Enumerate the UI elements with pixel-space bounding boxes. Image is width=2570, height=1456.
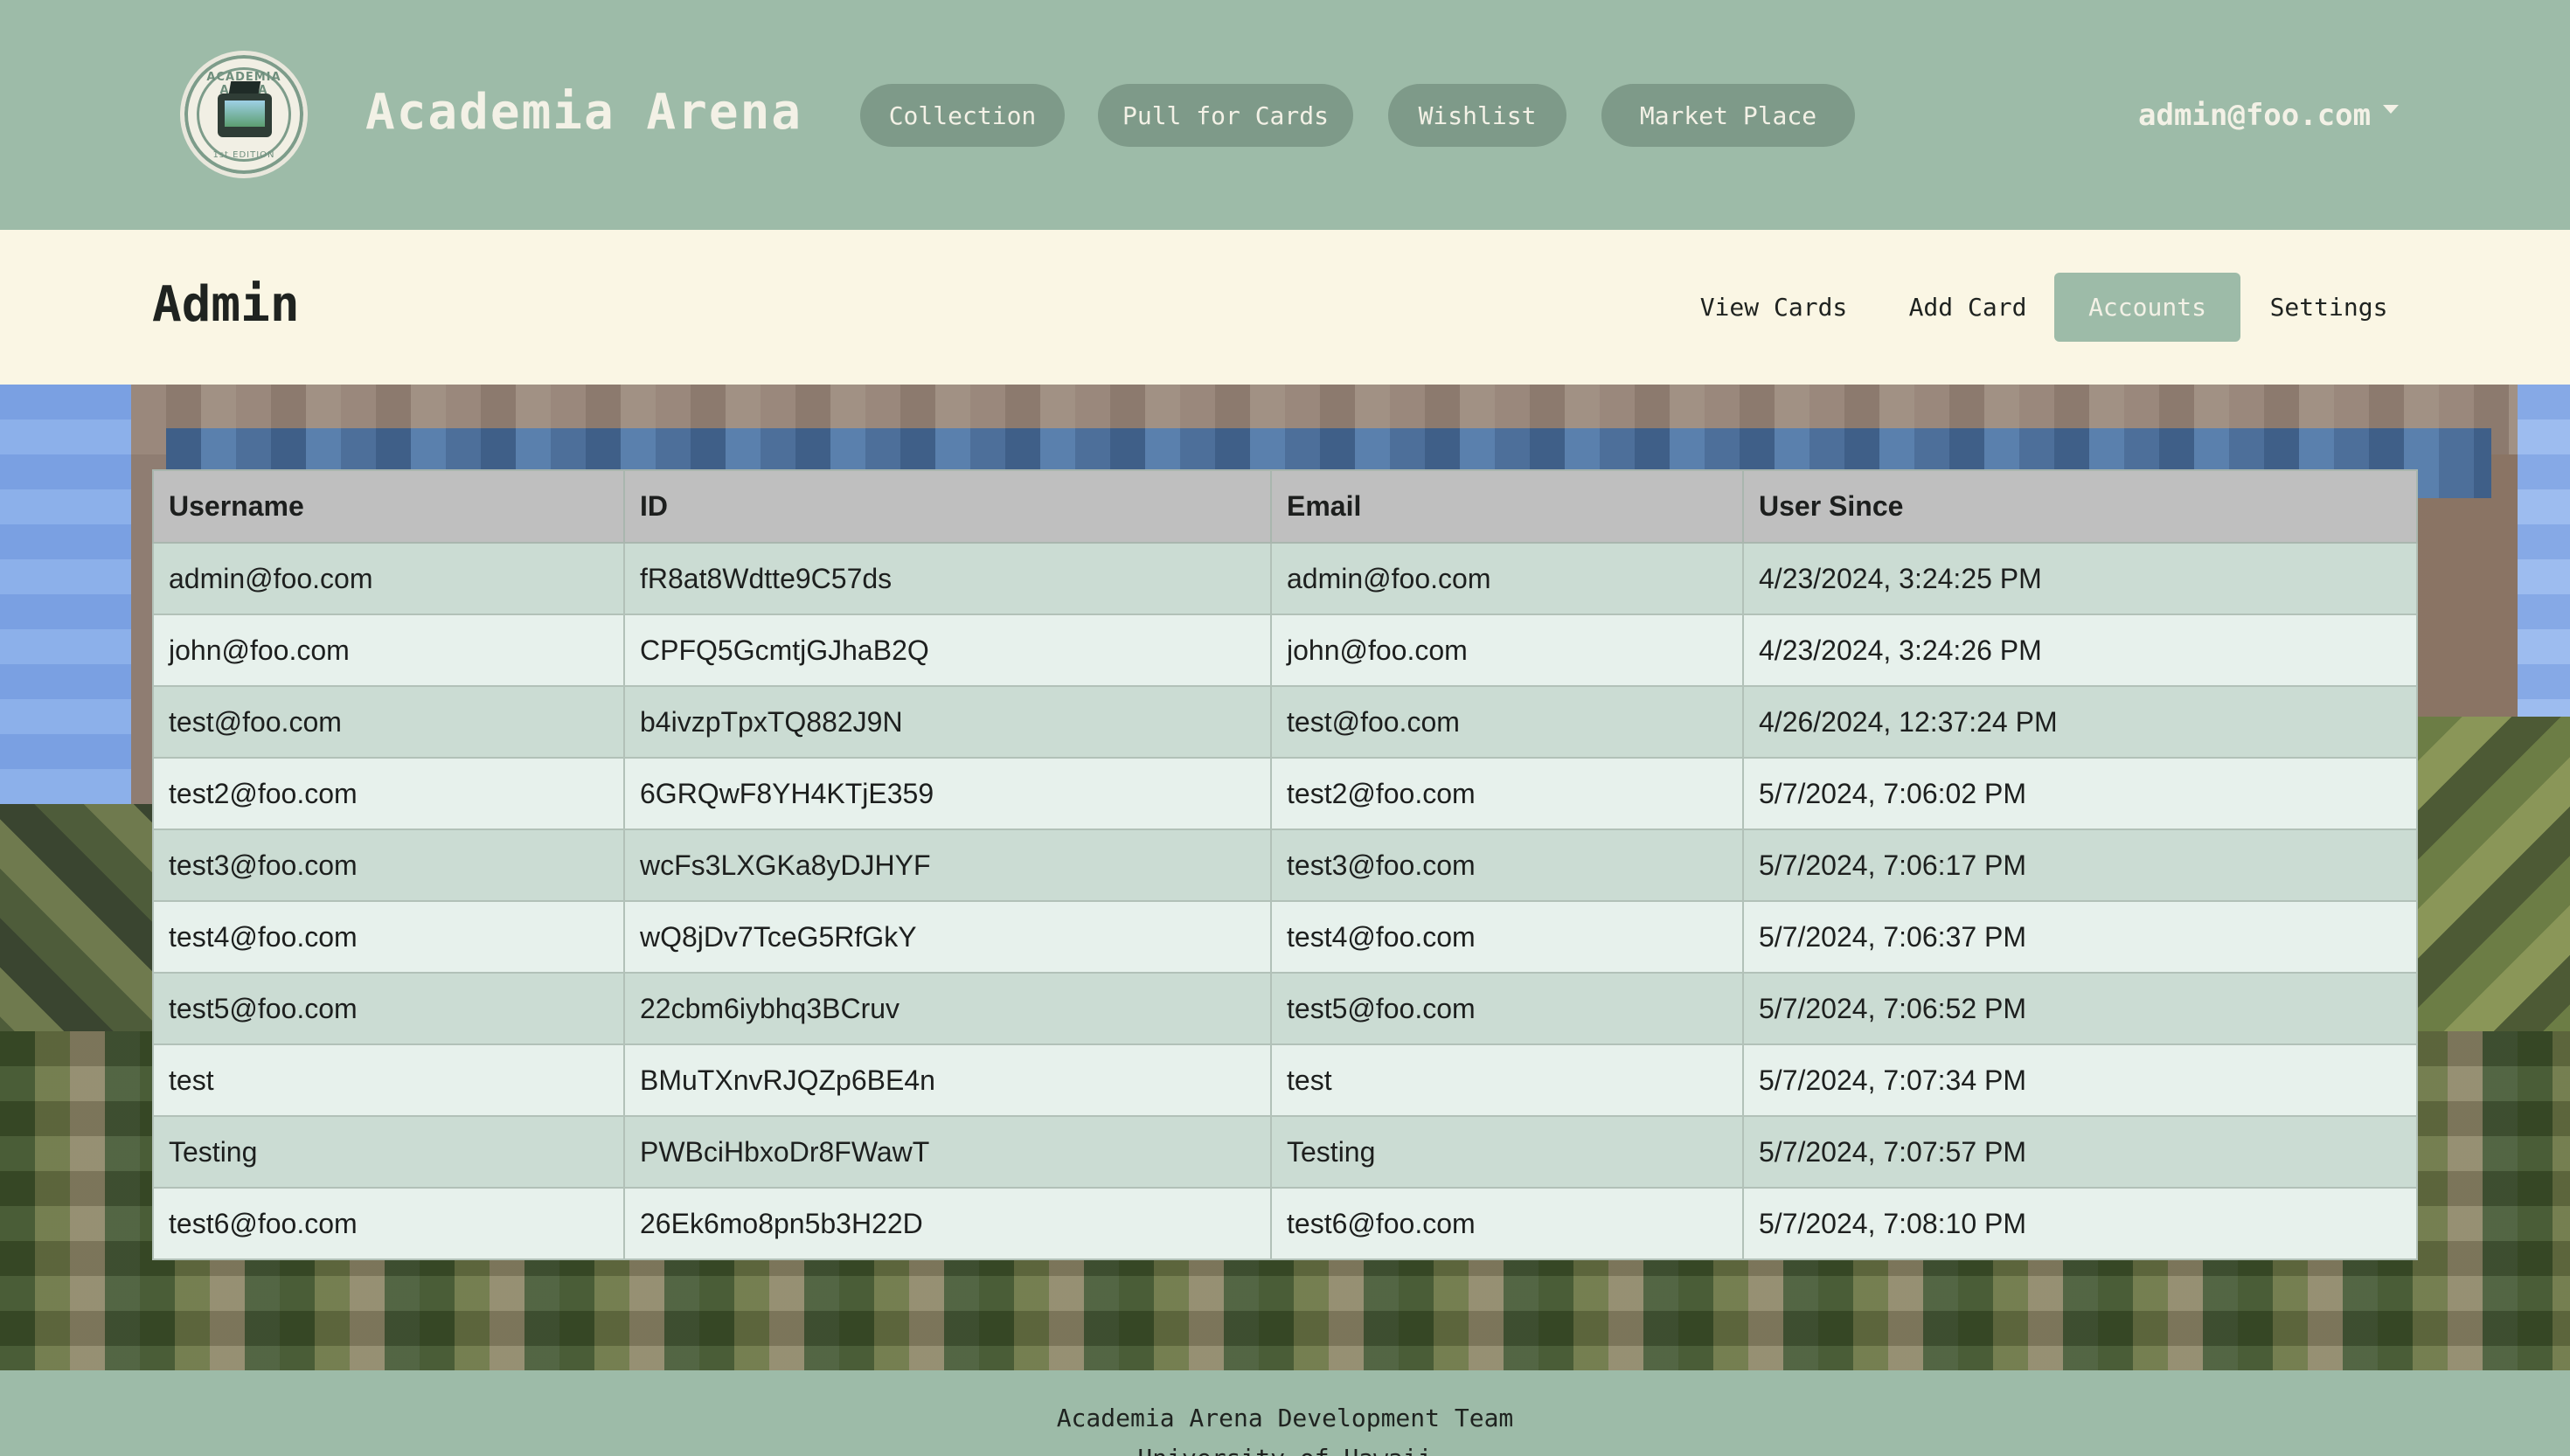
table-row[interactable]: test6@foo.com 26Ek6mo8pn5b3H22D test6@foo.… xyxy=(152,1187,2418,1260)
nav-wishlist-button[interactable]: Wishlist xyxy=(1388,84,1566,147)
nav-collection-button[interactable]: Collection xyxy=(860,84,1065,147)
cell-id: wQ8jDv7TceG5RfGkY xyxy=(623,900,1272,974)
cell-username: Testing xyxy=(152,1115,625,1189)
column-header-user-since: User Since xyxy=(1742,469,2418,544)
user-email: admin@foo.com xyxy=(2138,98,2372,133)
cell-id: PWBciHbxoDr8FWawT xyxy=(623,1115,1272,1189)
cell-user-since: 5/7/2024, 7:08:10 PM xyxy=(1742,1187,2418,1260)
monitor-icon xyxy=(218,94,272,137)
cell-user-since: 4/23/2024, 3:24:25 PM xyxy=(1742,542,2418,615)
cell-email: test6@foo.com xyxy=(1270,1187,1744,1260)
table-row[interactable]: Testing PWBciHbxoDr8FWawT Testing 5/7/2024,… xyxy=(152,1115,2418,1189)
nav-market-place-button[interactable]: Market Place xyxy=(1601,84,1855,147)
footer: Academia Arena Development Team Universi… xyxy=(0,1370,2570,1456)
cell-email: john@foo.com xyxy=(1270,614,1744,687)
cell-user-since: 5/7/2024, 7:07:34 PM xyxy=(1742,1043,2418,1117)
cell-id: b4ivzpTpxTQ882J9N xyxy=(623,685,1272,759)
brand-title[interactable]: Academia Arena xyxy=(365,84,802,141)
tab-accounts[interactable]: Accounts xyxy=(2054,273,2240,342)
cell-user-since: 5/7/2024, 7:07:57 PM xyxy=(1742,1115,2418,1189)
column-header-id: ID xyxy=(623,469,1272,544)
tab-add-card[interactable]: Add Card xyxy=(1888,273,2047,342)
cell-user-since: 5/7/2024, 7:06:17 PM xyxy=(1742,829,2418,902)
accounts-table-body: admin@foo.com fR8at8Wdtte9C57ds admin@foo.… xyxy=(152,542,2418,1260)
cell-email: test2@foo.com xyxy=(1270,757,1744,830)
page-title: Admin xyxy=(152,276,300,333)
footer-university: University of Hawaii xyxy=(0,1444,2570,1456)
cell-id: CPFQ5GcmtjGJhaB2Q xyxy=(623,614,1272,687)
cell-username: admin@foo.com xyxy=(152,542,625,615)
cell-user-since: 5/7/2024, 7:06:37 PM xyxy=(1742,900,2418,974)
cell-user-since: 4/26/2024, 12:37:24 PM xyxy=(1742,685,2418,759)
cell-user-since: 5/7/2024, 7:06:52 PM xyxy=(1742,972,2418,1045)
chevron-down-icon xyxy=(2383,105,2400,114)
table-row[interactable]: test4@foo.com wQ8jDv7TceG5RfGkY test4@foo.… xyxy=(152,900,2418,974)
table-row[interactable]: john@foo.com CPFQ5GcmtjGJhaB2Q john@foo.co… xyxy=(152,614,2418,687)
footer-team: Academia Arena Development Team xyxy=(1056,1404,1514,1432)
cell-username: test2@foo.com xyxy=(152,757,625,830)
cell-id: wcFs3LXGKa8yDJHYF xyxy=(623,829,1272,902)
cell-username: test6@foo.com xyxy=(152,1187,625,1260)
table-header-row: Username ID Email User Since xyxy=(152,469,2418,544)
cell-email: Testing xyxy=(1270,1115,1744,1189)
cell-email: test5@foo.com xyxy=(1270,972,1744,1045)
cell-email: admin@foo.com xyxy=(1270,542,1744,615)
table-row[interactable]: admin@foo.com fR8at8Wdtte9C57ds admin@foo.… xyxy=(152,542,2418,615)
graduation-cap-icon xyxy=(228,81,261,94)
accounts-table: Username ID Email User Since admin@foo.c… xyxy=(152,469,2418,1260)
bush-left xyxy=(0,804,157,1066)
academia-arena-logo[interactable]: ACADEMIA ARENA 1st EDITION xyxy=(180,51,308,178)
cell-user-since: 5/7/2024, 7:06:02 PM xyxy=(1742,757,2418,830)
table-row[interactable]: test BMuTXnvRJQZp6BE4n test 5/7/2024, 7:07:… xyxy=(152,1043,2418,1117)
cell-id: fR8at8Wdtte9C57ds xyxy=(623,542,1272,615)
user-dropdown[interactable]: admin@foo.com xyxy=(2138,94,2400,136)
cell-username: test@foo.com xyxy=(152,685,625,759)
cell-email: test@foo.com xyxy=(1270,685,1744,759)
cell-username: test4@foo.com xyxy=(152,900,625,974)
cell-username: john@foo.com xyxy=(152,614,625,687)
cell-email: test xyxy=(1270,1043,1744,1117)
cell-id: 6GRQwF8YH4KTjE359 xyxy=(623,757,1272,830)
bush-right xyxy=(2413,717,2570,1066)
top-navbar: ACADEMIA ARENA 1st EDITION Academia Aren… xyxy=(0,0,2570,230)
nav-pull-for-cards-button[interactable]: Pull for Cards xyxy=(1098,84,1353,147)
cell-user-since: 4/23/2024, 3:24:26 PM xyxy=(1742,614,2418,687)
logo-subtext: 1st EDITION xyxy=(212,150,275,160)
column-header-email: Email xyxy=(1270,469,1744,544)
column-header-username: Username xyxy=(152,469,625,544)
sky-right xyxy=(2518,385,2570,717)
cell-id: 26Ek6mo8pn5b3H22D xyxy=(623,1187,1272,1260)
tab-settings[interactable]: Settings xyxy=(2254,273,2404,342)
table-row[interactable]: test@foo.com b4ivzpTpxTQ882J9N test@foo.co… xyxy=(152,685,2418,759)
accounts-table-container: Username ID Email User Since admin@foo.c… xyxy=(152,469,2418,1260)
table-row[interactable]: test5@foo.com 22cbm6iybhq3BCruv test5@foo.… xyxy=(152,972,2418,1045)
cell-username: test5@foo.com xyxy=(152,972,625,1045)
tab-view-cards[interactable]: View Cards xyxy=(1685,273,1862,342)
cell-id: BMuTXnvRJQZp6BE4n xyxy=(623,1043,1272,1117)
table-row[interactable]: test2@foo.com 6GRQwF8YH4KTjE359 test2@foo.… xyxy=(152,757,2418,830)
cell-email: test3@foo.com xyxy=(1270,829,1744,902)
cell-id: 22cbm6iybhq3BCruv xyxy=(623,972,1272,1045)
table-row[interactable]: test3@foo.com wcFs3LXGKa8yDJHYF test3@foo.… xyxy=(152,829,2418,902)
cell-username: test3@foo.com xyxy=(152,829,625,902)
cell-username: test xyxy=(152,1043,625,1117)
cell-email: test4@foo.com xyxy=(1270,900,1744,974)
